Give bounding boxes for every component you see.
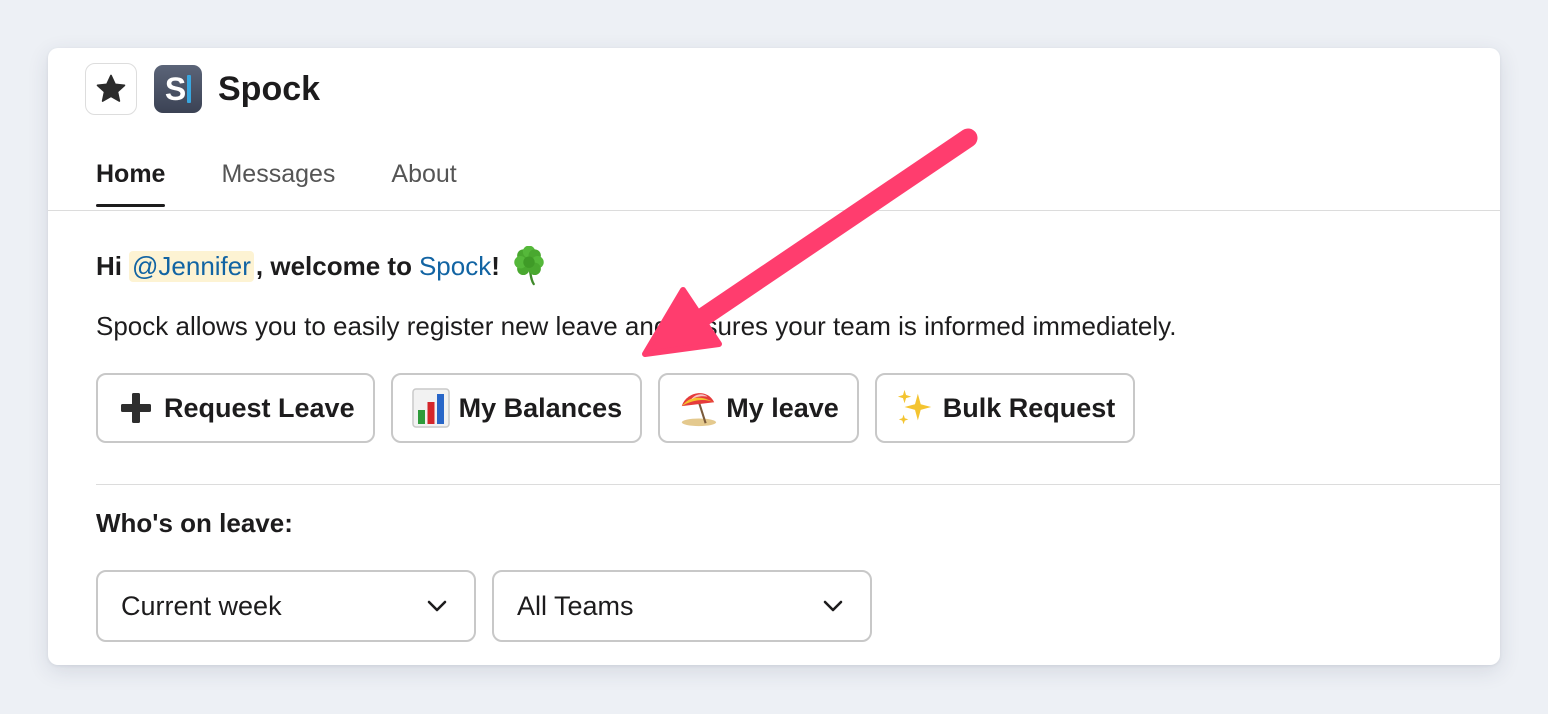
bar-chart-icon: [411, 388, 451, 428]
period-select-value: Current week: [121, 590, 282, 621]
app-description: Spock allows you to easily register new …: [96, 311, 1177, 341]
whos-on-leave-title: Who's on leave:: [96, 508, 293, 538]
clover-icon: [510, 246, 548, 286]
tab-messages[interactable]: Messages: [221, 160, 335, 207]
my-balances-button[interactable]: My Balances: [390, 373, 643, 443]
app-logo-letter: S: [164, 70, 187, 107]
greeting: Hi @Jennifer , welcome to Spock !: [96, 246, 548, 286]
favorite-button[interactable]: [85, 63, 137, 115]
user-mention[interactable]: @Jennifer: [129, 250, 254, 282]
plus-icon: [116, 388, 156, 428]
leave-filters: Current week All Teams: [96, 570, 872, 642]
tab-bar: Home Messages About: [96, 160, 457, 207]
my-leave-button[interactable]: My leave: [658, 373, 859, 443]
sparkles-icon: [895, 388, 935, 428]
beach-umbrella-icon: [678, 388, 718, 428]
tab-home[interactable]: Home: [96, 160, 166, 207]
action-buttons: Request Leave My Balances My leave Bulk …: [96, 373, 1136, 443]
app-home-card: S Spock Home Messages About Hi @Jennifer…: [48, 48, 1500, 665]
period-select[interactable]: Current week: [96, 570, 476, 642]
app-logo: S: [154, 65, 202, 113]
team-select-value: All Teams: [517, 590, 634, 621]
bulk-request-button[interactable]: Bulk Request: [874, 373, 1136, 443]
team-select[interactable]: All Teams: [492, 570, 872, 642]
greeting-suffix: !: [491, 250, 500, 281]
greeting-middle: , welcome to: [255, 250, 412, 281]
tab-about[interactable]: About: [391, 160, 456, 207]
logo-bar: [187, 75, 192, 103]
request-leave-label: Request Leave: [164, 392, 355, 423]
greeting-prefix: Hi: [96, 250, 122, 281]
app-name: Spock: [218, 70, 321, 108]
bulk-request-label: Bulk Request: [942, 392, 1116, 423]
section-divider: [96, 484, 1500, 485]
chevron-down-icon: [823, 600, 843, 612]
request-leave-button[interactable]: Request Leave: [96, 373, 375, 443]
star-icon: [96, 74, 126, 102]
my-balances-label: My Balances: [458, 392, 623, 423]
app-link[interactable]: Spock: [419, 251, 491, 282]
my-leave-label: My leave: [726, 392, 839, 423]
chevron-down-icon: [427, 600, 447, 612]
tab-divider: [48, 210, 1500, 211]
